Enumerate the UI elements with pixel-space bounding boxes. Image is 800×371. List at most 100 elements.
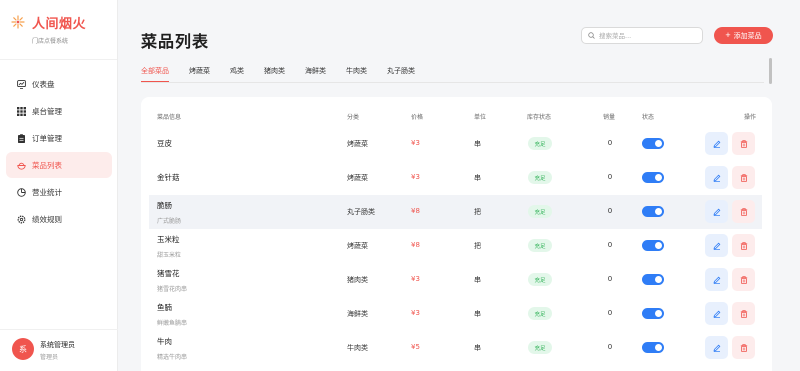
table-row[interactable]: 牛肉 精选牛肉串 牛肉类 ¥5 串 充足 0 bbox=[149, 331, 762, 365]
category-tabs: 全部菜品 烤蔬菜 鸡类 猪肉类 海鲜类 牛肉类 丸子肠类 bbox=[141, 63, 435, 83]
dish-sales: 0 bbox=[607, 241, 613, 249]
tab-chicken[interactable]: 鸡类 bbox=[230, 63, 244, 83]
dish-name: 牛肉 bbox=[157, 337, 172, 346]
dish-sales: 0 bbox=[607, 275, 613, 283]
delete-button[interactable] bbox=[732, 200, 755, 223]
header-actions: 操作 bbox=[744, 114, 757, 121]
tab-pork[interactable]: 猪肉类 bbox=[264, 63, 285, 83]
trash-icon bbox=[740, 241, 747, 250]
table-row[interactable]: 猪雪花 猪雪花肉串 猪肉类 ¥3 串 充足 0 bbox=[149, 263, 762, 297]
delete-button[interactable] bbox=[732, 166, 755, 189]
trash-icon bbox=[740, 207, 747, 216]
status-toggle[interactable] bbox=[642, 308, 664, 319]
pencil-icon bbox=[712, 242, 720, 250]
header-stock: 库存状态 bbox=[527, 114, 552, 121]
dish-name: 金针菇 bbox=[157, 173, 180, 182]
brand-header: 人间烟火 门店点餐系统 bbox=[0, 0, 117, 60]
table-row[interactable]: 豆皮 烤蔬菜 ¥3 串 充足 0 bbox=[149, 127, 762, 161]
dish-price: ¥5 bbox=[411, 343, 420, 351]
header-price: 价格 bbox=[411, 114, 424, 121]
dish-price: ¥3 bbox=[411, 275, 420, 283]
status-toggle[interactable] bbox=[642, 206, 664, 217]
scrollbar-thumb[interactable] bbox=[769, 58, 772, 84]
pencil-icon bbox=[712, 344, 720, 352]
sidebar-item-stats[interactable]: 营业统计 bbox=[6, 179, 112, 205]
status-toggle[interactable] bbox=[642, 172, 664, 183]
edit-button[interactable] bbox=[705, 268, 728, 291]
edit-button[interactable] bbox=[705, 166, 728, 189]
delete-button[interactable] bbox=[732, 336, 755, 359]
dish-sales: 0 bbox=[607, 207, 613, 215]
dish-category: 猪肉类 bbox=[347, 276, 368, 284]
user-profile[interactable]: 系 系统管理员 管理员 bbox=[0, 329, 118, 371]
settings-gear-icon bbox=[17, 215, 26, 224]
edit-button[interactable] bbox=[705, 132, 728, 155]
delete-button[interactable] bbox=[732, 234, 755, 257]
table-header: 菜品信息 分类 价格 单位 库存状态 销量 状态 操作 bbox=[141, 109, 772, 123]
search-box[interactable] bbox=[581, 27, 703, 44]
sidebar-item-label: 桌台管理 bbox=[32, 106, 62, 116]
sidebar-item-dashboard[interactable]: 仪表盘 bbox=[6, 71, 112, 97]
edit-button[interactable] bbox=[705, 336, 728, 359]
dish-sales: 0 bbox=[607, 173, 613, 181]
edit-button[interactable] bbox=[705, 234, 728, 257]
sidebar-item-tables[interactable]: 桌台管理 bbox=[6, 98, 112, 124]
dish-price: ¥8 bbox=[411, 207, 420, 215]
header-category: 分类 bbox=[347, 114, 360, 121]
sidebar-item-orders[interactable]: 订单管理 bbox=[6, 125, 112, 151]
dish-name: 豆皮 bbox=[157, 139, 172, 148]
sidebar-nav: 仪表盘 桌台管理 订单管理 菜品列表 营业统计 绩效规则 bbox=[0, 70, 118, 233]
dish-price: ¥3 bbox=[411, 309, 420, 317]
dish-sales: 0 bbox=[607, 343, 613, 351]
stock-status-badge: 充足 bbox=[528, 171, 552, 184]
sidebar-item-label: 绩效规则 bbox=[32, 214, 62, 224]
dish-category: 牛肉类 bbox=[347, 344, 368, 352]
tab-seafood[interactable]: 海鲜类 bbox=[305, 63, 326, 83]
clipboard-icon bbox=[17, 133, 26, 143]
delete-button[interactable] bbox=[732, 268, 755, 291]
table-row[interactable]: 玉米粒 甜玉米粒 烤蔬菜 ¥8 把 充足 0 bbox=[149, 229, 762, 263]
status-toggle[interactable] bbox=[642, 342, 664, 353]
pencil-icon bbox=[712, 140, 720, 148]
tab-beef[interactable]: 牛肉类 bbox=[346, 63, 367, 83]
dish-price: ¥3 bbox=[411, 173, 420, 181]
stock-status-badge: 充足 bbox=[528, 341, 552, 354]
pencil-icon bbox=[712, 276, 720, 284]
trash-icon bbox=[740, 139, 747, 148]
plus-icon: + bbox=[725, 30, 731, 40]
tab-all[interactable]: 全部菜品 bbox=[141, 63, 169, 83]
stock-status-badge: 充足 bbox=[528, 273, 552, 286]
dish-unit: 把 bbox=[474, 208, 481, 216]
header-sales: 销量 bbox=[603, 114, 616, 121]
dish-unit: 串 bbox=[474, 276, 481, 284]
edit-button[interactable] bbox=[705, 200, 728, 223]
stock-status-badge: 充足 bbox=[528, 137, 552, 150]
sidebar-item-performance[interactable]: 绩效规则 bbox=[6, 206, 112, 232]
dish-sales: 0 bbox=[607, 139, 613, 147]
dish-unit: 把 bbox=[474, 242, 481, 250]
table-row[interactable]: 金针菇 烤蔬菜 ¥3 串 充足 0 bbox=[149, 161, 762, 195]
search-input[interactable] bbox=[599, 31, 699, 40]
dashboard-icon bbox=[17, 79, 26, 89]
pie-chart-icon bbox=[17, 187, 26, 197]
status-toggle[interactable] bbox=[642, 240, 664, 251]
delete-button[interactable] bbox=[732, 302, 755, 325]
dish-name: 猪雪花 bbox=[157, 269, 180, 278]
status-toggle[interactable] bbox=[642, 138, 664, 149]
tab-meatballs-sausage[interactable]: 丸子肠类 bbox=[387, 63, 415, 83]
dish-category: 丸子肠类 bbox=[347, 208, 375, 216]
tab-grilled-veg[interactable]: 烤蔬菜 bbox=[189, 63, 210, 83]
add-dish-button[interactable]: + 添加菜品 bbox=[714, 27, 773, 44]
dish-category: 烤蔬菜 bbox=[347, 242, 368, 250]
status-toggle[interactable] bbox=[642, 274, 664, 285]
table-row[interactable]: 脆肠 广式脆肠 丸子肠类 ¥8 把 充足 0 bbox=[149, 195, 762, 229]
delete-button[interactable] bbox=[732, 132, 755, 155]
dish-name: 脆肠 bbox=[157, 201, 172, 210]
avatar: 系 bbox=[12, 338, 34, 360]
dish-icon bbox=[17, 161, 26, 170]
table-row[interactable]: 鱼腩 鲜嫩鱼腩串 海鲜类 ¥3 串 充足 0 bbox=[149, 297, 762, 331]
trash-icon bbox=[740, 309, 747, 318]
sidebar-item-label: 订单管理 bbox=[32, 133, 62, 143]
edit-button[interactable] bbox=[705, 302, 728, 325]
sidebar-item-dishes[interactable]: 菜品列表 bbox=[6, 152, 112, 178]
